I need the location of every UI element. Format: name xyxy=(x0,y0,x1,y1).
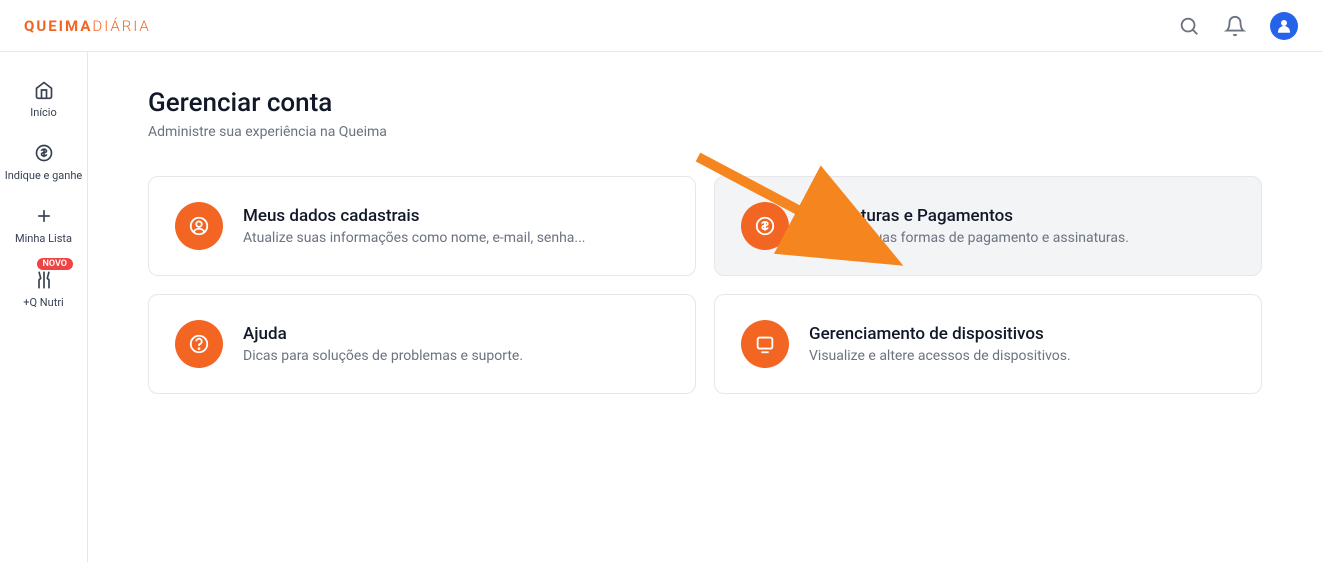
logo-text-light: DIÁRIA xyxy=(92,17,150,35)
card-title: Ajuda xyxy=(243,324,669,344)
help-icon xyxy=(175,320,223,368)
card-ajuda[interactable]: Ajuda Dicas para soluções de problemas e… xyxy=(148,294,696,394)
card-meus-dados[interactable]: Meus dados cadastrais Atualize suas info… xyxy=(148,176,696,276)
device-icon xyxy=(741,320,789,368)
bell-icon[interactable] xyxy=(1224,15,1246,37)
card-title: Assinaturas e Pagamentos xyxy=(809,206,1235,226)
dollar-icon xyxy=(34,143,54,163)
card-desc: Visualize e altere acessos de dispositiv… xyxy=(809,348,1235,364)
novo-badge: NOVO xyxy=(37,258,73,270)
page-title: Gerenciar conta xyxy=(148,88,1262,118)
card-desc: Gerencie suas formas de pagamento e assi… xyxy=(809,230,1235,246)
sidebar-item-label: +Q Nutri xyxy=(23,296,63,309)
header: QUEIMA DIÁRIA xyxy=(0,0,1322,52)
card-title: Meus dados cadastrais xyxy=(243,206,669,226)
person-icon xyxy=(175,202,223,250)
card-title: Gerenciamento de dispositivos xyxy=(809,324,1235,344)
sidebar-item-label: Minha Lista xyxy=(15,232,72,245)
home-icon xyxy=(34,80,54,100)
money-icon xyxy=(741,202,789,250)
utensils-icon xyxy=(34,270,54,290)
sidebar-item-label: Início xyxy=(30,106,57,119)
logo[interactable]: QUEIMA DIÁRIA xyxy=(24,17,151,35)
sidebar-item-indique[interactable]: Indique e ganhe xyxy=(0,143,87,182)
page-subtitle: Administre sua experiência na Queima xyxy=(148,124,1262,140)
card-desc: Dicas para soluções de problemas e supor… xyxy=(243,348,669,364)
sidebar-item-inicio[interactable]: Início xyxy=(0,80,87,119)
search-icon[interactable] xyxy=(1178,15,1200,37)
logo-text-bold: QUEIMA xyxy=(24,17,92,35)
plus-icon xyxy=(34,206,54,226)
sidebar-item-lista[interactable]: Minha Lista xyxy=(0,206,87,245)
header-actions xyxy=(1178,12,1298,40)
card-desc: Atualize suas informações como nome, e-m… xyxy=(243,230,669,246)
sidebar-item-label: Indique e ganhe xyxy=(5,169,83,182)
sidebar-item-nutri[interactable]: NOVO +Q Nutri xyxy=(0,270,87,309)
card-dispositivos[interactable]: Gerenciamento de dispositivos Visualize … xyxy=(714,294,1262,394)
sidebar: Início Indique e ganhe Minha Lista NOVO … xyxy=(0,52,88,562)
avatar[interactable] xyxy=(1270,12,1298,40)
cards-grid: Meus dados cadastrais Atualize suas info… xyxy=(148,176,1262,394)
card-assinaturas[interactable]: Assinaturas e Pagamentos Gerencie suas f… xyxy=(714,176,1262,276)
main-content: Gerenciar conta Administre sua experiênc… xyxy=(88,52,1322,562)
